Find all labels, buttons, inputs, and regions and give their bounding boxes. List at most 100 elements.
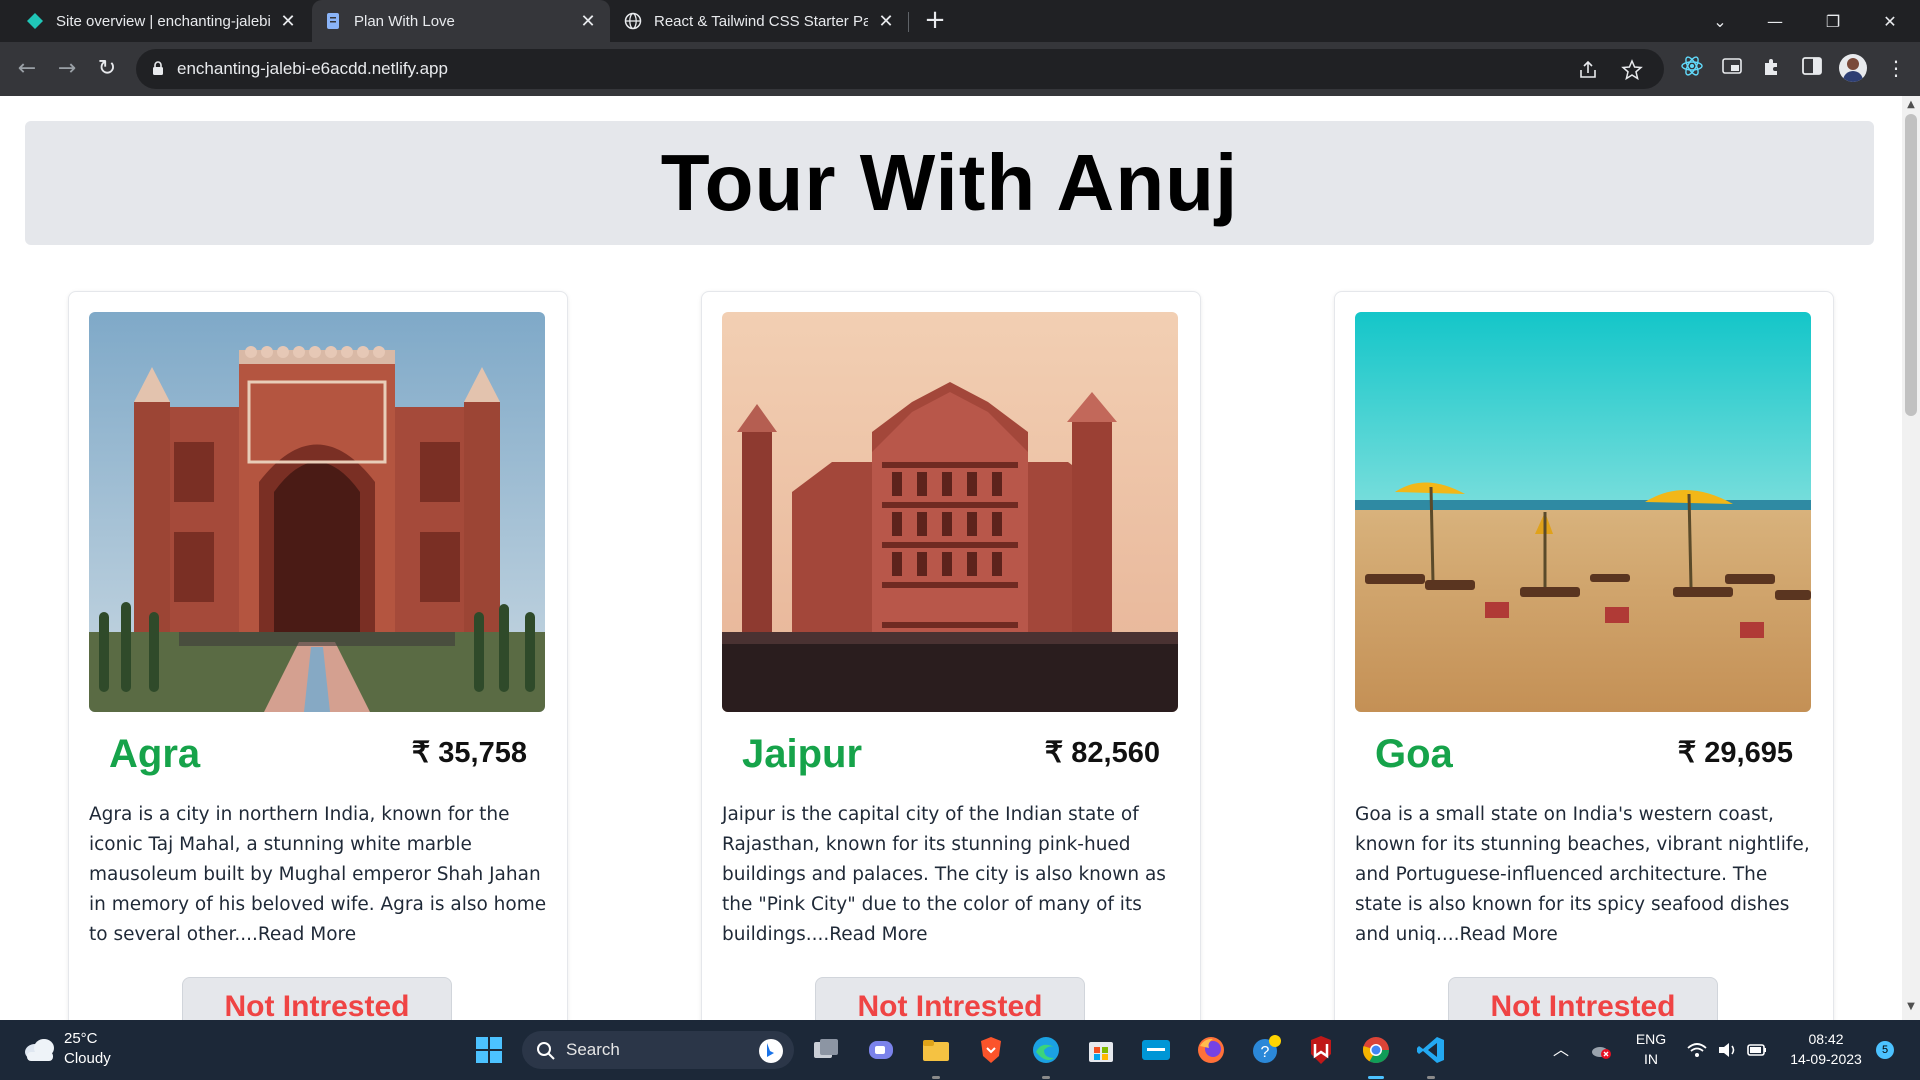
tour-card-jaipur: Jaipur ₹ 82,560 Jaipur is the capital ci… [701, 291, 1201, 1020]
not-interested-button[interactable]: Not Intrested [815, 977, 1085, 1020]
tour-price: ₹ 82,560 [1044, 737, 1160, 769]
tour-image [89, 312, 545, 712]
share-icon[interactable] [1576, 58, 1600, 82]
goa-beach-photo [1355, 312, 1811, 712]
tour-card-goa: Goa ₹ 29,695 Goa is a small state on Ind… [1334, 291, 1834, 1020]
read-more-link[interactable]: Read More [258, 924, 356, 945]
close-tab-icon[interactable]: ✕ [578, 11, 598, 31]
new-tab-button[interactable]: + [922, 7, 948, 34]
tour-description: Agra is a city in northern India, known … [89, 800, 549, 950]
windows-start-icon[interactable] [473, 1034, 505, 1066]
mcafee-icon[interactable] [1305, 1034, 1337, 1066]
back-arrow-icon[interactable]: ← [12, 54, 42, 84]
svg-text:?: ? [1261, 1044, 1270, 1061]
forward-arrow-icon[interactable]: → [52, 54, 82, 84]
clock-date[interactable]: 14-09-2023 [1780, 1051, 1872, 1067]
tab-divider [908, 12, 909, 32]
address-bar[interactable]: enchanting-jalebi-e6acdd.netlify.app [136, 49, 1664, 89]
react-devtools-icon[interactable] [1680, 54, 1704, 78]
tab-react-tailwind[interactable]: React & Tailwind CSS Starter Pack ✕ [612, 0, 908, 42]
side-panel-icon[interactable] [1800, 54, 1824, 78]
notification-badge[interactable]: 5 [1876, 1041, 1894, 1059]
agra-gateway-photo [89, 312, 545, 712]
tour-card-agra: Agra ₹ 35,758 Agra is a city in northern… [68, 291, 568, 1020]
url-text: enchanting-jalebi-e6acdd.netlify.app [177, 59, 448, 78]
picture-in-picture-icon[interactable] [1720, 54, 1744, 78]
cloudy-weather-icon[interactable] [22, 1034, 56, 1064]
brave-browser-icon[interactable] [975, 1034, 1007, 1066]
firefox-icon[interactable] [1195, 1034, 1227, 1066]
read-more-link[interactable]: Read More [829, 924, 927, 945]
tab-site-overview[interactable]: Site overview | enchanting-jalebi-e6acdd… [14, 0, 310, 42]
chevron-up-icon[interactable]: ︿ [1550, 1039, 1572, 1061]
tour-description: Jaipur is the capital city of the Indian… [722, 800, 1182, 950]
close-window-icon[interactable]: ✕ [1862, 0, 1918, 42]
teams-chat-icon[interactable] [865, 1034, 897, 1066]
not-interested-button[interactable]: Not Intrested [182, 977, 452, 1020]
language-indicator[interactable]: ENG [1633, 1031, 1669, 1047]
page-viewport: Tour With Anuj Agra ₹ 35,758 Agra is a c… [0, 96, 1902, 1020]
tour-description: Goa is a small state on India's western … [1355, 800, 1815, 950]
running-app-indicator [932, 1076, 940, 1079]
search-label: Search [566, 1040, 620, 1059]
volume-icon[interactable] [1716, 1039, 1738, 1061]
windows-taskbar: 25°C Cloudy Search ? ︿ ENG IN 08:42 14-0… [0, 1020, 1920, 1080]
bookmark-star-icon[interactable] [1620, 58, 1644, 82]
close-tab-icon[interactable]: ✕ [278, 11, 298, 31]
myhp-icon[interactable] [1140, 1034, 1172, 1066]
reload-icon[interactable]: ↻ [92, 54, 122, 84]
hawa-mahal-photo [722, 312, 1178, 712]
description-text: Goa is a small state on India's western … [1355, 804, 1810, 945]
browser-menu-icon[interactable]: ⋮ [1886, 56, 1906, 80]
bing-icon[interactable] [758, 1038, 784, 1064]
running-app-indicator [1427, 1076, 1435, 1079]
file-explorer-icon[interactable] [920, 1034, 952, 1066]
scrollbar-thumb[interactable] [1905, 114, 1917, 416]
restore-icon[interactable]: ❐ [1805, 0, 1861, 42]
edge-browser-icon[interactable] [1030, 1034, 1062, 1066]
scroll-up-arrow-icon[interactable]: ▲ [1906, 100, 1916, 110]
microsoft-store-icon[interactable] [1085, 1034, 1117, 1066]
wifi-icon[interactable] [1686, 1039, 1708, 1061]
not-interested-button[interactable]: Not Intrested [1448, 977, 1718, 1020]
minimize-icon[interactable]: — [1747, 0, 1803, 42]
globe-icon [624, 12, 642, 30]
tab-title: Plan With Love [354, 12, 455, 30]
browser-toolbar: ← → ↻ enchanting-jalebi-e6acdd.netlify.a… [0, 42, 1920, 96]
running-app-indicator [1042, 1076, 1050, 1079]
tour-image [1355, 312, 1811, 712]
tab-plan-with-love[interactable]: Plan With Love ✕ [312, 0, 610, 42]
weather-temperature: 25°C [64, 1030, 98, 1047]
close-tab-icon[interactable]: ✕ [876, 11, 896, 31]
scroll-down-arrow-icon[interactable]: ▼ [1906, 1002, 1916, 1012]
task-view-icon[interactable] [810, 1034, 842, 1066]
chrome-icon[interactable] [1360, 1034, 1392, 1066]
clock-time[interactable]: 08:42 [1786, 1031, 1866, 1047]
weather-condition: Cloudy [64, 1050, 111, 1067]
document-icon [327, 13, 339, 29]
description-text: Jaipur is the capital city of the Indian… [722, 804, 1166, 945]
profile-avatar[interactable] [1839, 54, 1867, 82]
netlify-diamond-icon [27, 13, 43, 29]
get-help-icon[interactable]: ? [1250, 1034, 1282, 1066]
site-header: Tour With Anuj [25, 121, 1874, 245]
extensions-puzzle-icon[interactable] [1760, 54, 1784, 78]
read-more-link[interactable]: Read More [1460, 924, 1558, 945]
battery-icon[interactable] [1746, 1039, 1768, 1061]
page-title: Tour With Anuj [660, 138, 1239, 227]
tab-search-chevron-icon[interactable]: ⌄ [1692, 0, 1748, 42]
region-indicator[interactable]: IN [1633, 1051, 1669, 1067]
tour-name: Agra [109, 732, 201, 776]
page-scrollbar[interactable]: ▲ ▼ [1902, 96, 1920, 1020]
taskbar-search-box[interactable]: Search [522, 1031, 794, 1069]
search-icon [537, 1042, 555, 1060]
tour-price: ₹ 35,758 [411, 737, 527, 769]
vscode-icon[interactable] [1415, 1034, 1447, 1066]
lock-icon[interactable] [152, 61, 164, 76]
tab-title: React & Tailwind CSS Starter Pack [654, 12, 868, 30]
tour-image [722, 312, 1178, 712]
active-app-indicator [1368, 1076, 1384, 1079]
tour-name: Jaipur [742, 732, 863, 776]
tour-name: Goa [1375, 732, 1453, 776]
onedrive-error-icon[interactable] [1590, 1039, 1612, 1061]
